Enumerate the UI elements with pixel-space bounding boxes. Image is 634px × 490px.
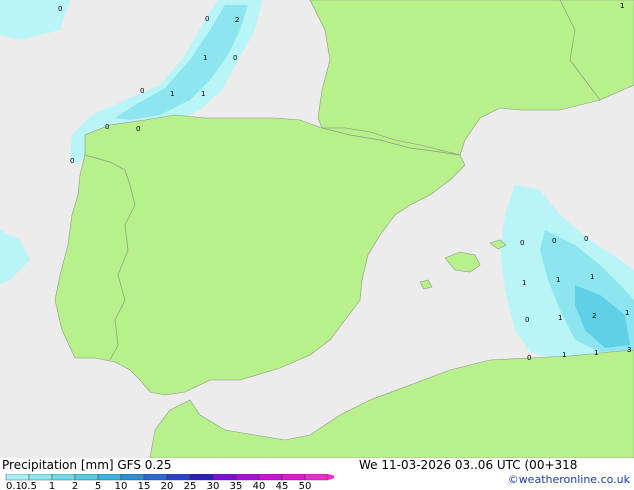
legend-label: 45 <box>276 481 289 490</box>
legend-swatch <box>212 474 237 481</box>
credit-link[interactable]: ©weatheronline.co.uk <box>508 473 630 486</box>
legend-swatch <box>281 474 306 481</box>
point-value: 1 <box>558 314 562 322</box>
run-timestamp: We 11-03-2026 03..06 UTC (00+318 <box>359 458 578 472</box>
legend-label: 35 <box>230 481 243 490</box>
legend-swatch <box>97 474 122 481</box>
point-value: 0 <box>205 15 209 23</box>
point-value: 0 <box>136 125 140 133</box>
legend-label: 20 <box>161 481 174 490</box>
legend-swatch <box>74 474 99 481</box>
point-value: 1 <box>594 349 598 357</box>
legend-label: 25 <box>184 481 197 490</box>
point-value: 1 <box>556 276 560 284</box>
point-value: 0 <box>58 5 62 13</box>
point-value: 0 <box>70 157 74 165</box>
legend-swatch <box>5 474 30 481</box>
legend-arrow <box>328 474 334 480</box>
point-value: 1 <box>625 309 629 317</box>
point-value: 1 <box>203 54 207 62</box>
point-value: 0 <box>520 239 524 247</box>
precip-legend: 0.1 0.5 1 2 5 10 15 20 25 30 35 40 45 50 <box>5 474 334 490</box>
legend-labels: 0.1 0.5 1 2 5 10 15 20 25 30 35 40 45 50 <box>6 481 311 490</box>
legend-swatch <box>28 474 53 481</box>
point-value: 0 <box>584 235 588 243</box>
legend-label: 50 <box>299 481 312 490</box>
legend-swatch <box>258 474 283 481</box>
point-value: 1 <box>201 90 205 98</box>
legend-swatches <box>5 474 334 481</box>
legend-swatch <box>304 474 329 481</box>
legend-label: 2 <box>72 481 78 490</box>
point-value: 0 <box>140 87 144 95</box>
legend-label: 15 <box>138 481 151 490</box>
legend-swatch <box>189 474 214 481</box>
point-value: 1 <box>562 351 566 359</box>
point-value: 1 <box>522 279 526 287</box>
point-value: 0 <box>552 237 556 245</box>
legend-label: 40 <box>253 481 266 490</box>
legend-label: 0.5 <box>21 481 37 490</box>
legend-label: 10 <box>115 481 128 490</box>
legend-swatch <box>235 474 260 481</box>
point-value: 2 <box>592 312 596 320</box>
legend-swatch <box>120 474 145 481</box>
legend-label: 0.1 <box>6 481 22 490</box>
legend-swatch <box>143 474 168 481</box>
point-value: 0 <box>233 54 237 62</box>
legend-label: 30 <box>207 481 220 490</box>
map-title: Precipitation [mm] GFS 0.25 <box>2 458 172 472</box>
point-value: 2 <box>235 16 239 24</box>
legend-swatch <box>166 474 191 481</box>
legend-label: 5 <box>95 481 101 490</box>
point-value: 0 <box>525 316 529 324</box>
point-value: 1 <box>620 2 624 10</box>
legend-label: 1 <box>49 481 55 490</box>
map-footer: Precipitation [mm] GFS 0.25 We 11-03-202… <box>0 458 634 490</box>
precipitation-map: 0 2 0 1 0 0 1 1 0 0 0 1 0 0 0 1 1 1 0 2 … <box>0 0 634 458</box>
point-value: 1 <box>590 273 594 281</box>
legend-swatch <box>51 474 76 481</box>
point-value: 3 <box>627 346 631 354</box>
point-value: 0 <box>105 123 109 131</box>
point-value: 0 <box>527 354 531 362</box>
point-value: 1 <box>170 90 174 98</box>
